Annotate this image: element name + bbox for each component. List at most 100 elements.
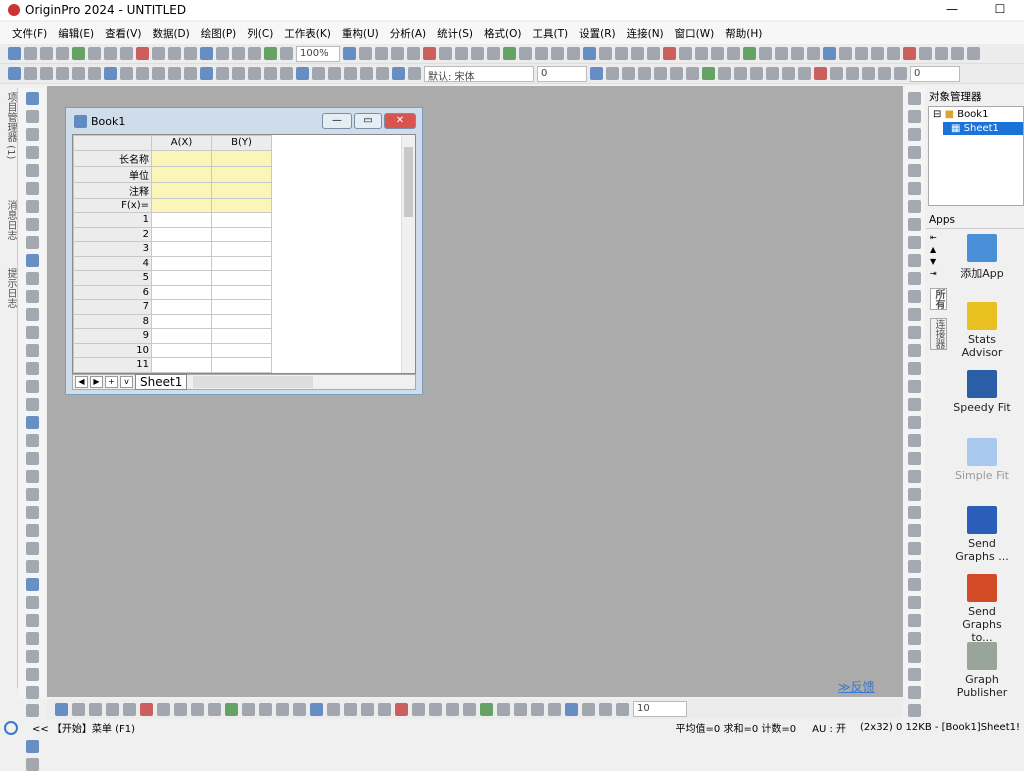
toolbar-button-icon[interactable] (907, 578, 921, 591)
toolbar-button-icon[interactable] (25, 470, 39, 483)
toolbar-button-icon[interactable] (846, 67, 859, 80)
toolbar-button-icon[interactable] (907, 488, 921, 501)
toolbar-button-icon[interactable] (487, 47, 500, 60)
toolbar-button-icon[interactable] (8, 67, 21, 80)
toolbar-button-icon[interactable] (471, 47, 484, 60)
cell[interactable] (211, 270, 272, 286)
toolbar-button-icon[interactable] (264, 47, 277, 60)
toolbar-button-icon[interactable] (40, 47, 53, 60)
toolbar-button-icon[interactable] (935, 47, 948, 60)
toolbar-button-icon[interactable] (654, 67, 667, 80)
cell[interactable] (211, 212, 272, 228)
toolbar-button-icon[interactable] (823, 47, 836, 60)
toolbar-button-icon[interactable] (25, 434, 39, 447)
toolbar-button-icon[interactable] (814, 67, 827, 80)
toolbar-button-icon[interactable] (907, 236, 921, 249)
toolbar-button-icon[interactable] (104, 67, 117, 80)
toolbar-button-icon[interactable] (327, 702, 340, 716)
row-label[interactable]: 长名称 (73, 149, 152, 167)
menu-item[interactable]: 分析(A) (390, 26, 426, 41)
menu-item[interactable]: 列(C) (247, 26, 273, 41)
toolbar-button-icon[interactable] (503, 47, 516, 60)
toolbar-button-icon[interactable] (686, 67, 699, 80)
row-number[interactable]: 6 (73, 284, 152, 300)
toolbar-button-icon[interactable] (638, 67, 651, 80)
row-number[interactable]: 9 (73, 328, 152, 344)
toolbar-button-icon[interactable] (89, 702, 102, 716)
toolbar-button-icon[interactable] (907, 506, 921, 519)
line-width-combo[interactable]: 0 (910, 65, 960, 82)
toolbar-button-icon[interactable] (152, 67, 165, 80)
toolbar-button-icon[interactable] (907, 146, 921, 159)
tab-message-log[interactable]: 消息日志 (3, 200, 18, 240)
prev-sheet-button[interactable]: ◀ (75, 376, 88, 388)
toolbar-button-icon[interactable] (423, 47, 436, 60)
toolbar-button-icon[interactable] (72, 67, 85, 80)
toolbar-button-icon[interactable] (463, 702, 476, 716)
toolbar-button-icon[interactable] (907, 398, 921, 411)
toolbar-button-icon[interactable] (25, 272, 39, 285)
toolbar-button-icon[interactable] (565, 702, 578, 716)
menu-item[interactable]: 文件(F) (12, 26, 47, 41)
cell[interactable] (151, 197, 212, 213)
toolbar-button-icon[interactable] (551, 47, 564, 60)
toolbar-button-icon[interactable] (25, 362, 39, 375)
toolbar-button-icon[interactable] (907, 326, 921, 339)
toolbar-button-icon[interactable] (907, 344, 921, 357)
toolbar-button-icon[interactable] (907, 434, 921, 447)
toolbar-button-icon[interactable] (25, 128, 39, 141)
toolbar-button-icon[interactable] (328, 67, 341, 80)
toolbar-button-icon[interactable] (25, 164, 39, 177)
toolbar-button-icon[interactable] (120, 47, 133, 60)
toolbar-button-icon[interactable] (25, 524, 39, 537)
toolbar-button-icon[interactable] (280, 47, 293, 60)
cell[interactable] (151, 284, 212, 300)
tab-hint-log[interactable]: 提示日志 (3, 268, 18, 308)
search-icon[interactable] (4, 720, 18, 735)
row-label[interactable]: 单位 (73, 165, 152, 183)
toolbar-button-icon[interactable] (497, 702, 510, 716)
app-item[interactable]: Send Graphs ... (952, 506, 1012, 563)
toolbar-button-icon[interactable] (907, 524, 921, 537)
toolbar-button-icon[interactable] (104, 47, 117, 60)
toolbar-button-icon[interactable] (395, 702, 408, 716)
app-item[interactable]: Graph Publisher (952, 642, 1012, 699)
toolbar-button-icon[interactable] (907, 668, 921, 681)
toolbar-button-icon[interactable] (951, 47, 964, 60)
toolbar-button-icon[interactable] (887, 47, 900, 60)
toolbar-button-icon[interactable] (759, 47, 772, 60)
toolbar-button-icon[interactable] (259, 702, 272, 716)
toolbar-button-icon[interactable] (695, 47, 708, 60)
menu-item[interactable]: 编辑(E) (58, 26, 94, 41)
toolbar-button-icon[interactable] (25, 704, 39, 717)
sheet-list-button[interactable]: v (120, 376, 133, 388)
toolbar-button-icon[interactable] (514, 702, 527, 716)
toolbar-button-icon[interactable] (343, 47, 356, 60)
toolbar-button-icon[interactable] (25, 686, 39, 699)
cell[interactable] (211, 357, 272, 373)
toolbar-button-icon[interactable] (248, 67, 261, 80)
zoom-combo[interactable]: 100% (296, 45, 340, 62)
toolbar-button-icon[interactable] (647, 47, 660, 60)
toolbar-button-icon[interactable] (225, 702, 238, 716)
cell[interactable] (211, 241, 272, 257)
toolbar-button-icon[interactable] (967, 47, 980, 60)
menu-item[interactable]: 数据(D) (152, 26, 189, 41)
toolbar-button-icon[interactable] (807, 47, 820, 60)
toolbar-button-icon[interactable] (310, 702, 323, 716)
cell[interactable] (211, 328, 272, 344)
toolbar-button-icon[interactable] (360, 67, 373, 80)
toolbar-button-icon[interactable] (679, 47, 692, 60)
toolbar-button-icon[interactable] (519, 47, 532, 60)
toolbar-button-icon[interactable] (56, 47, 69, 60)
toolbar-button-icon[interactable] (152, 47, 165, 60)
cell[interactable] (151, 255, 212, 271)
toolbar-button-icon[interactable] (907, 92, 921, 105)
toolbar-button-icon[interactable] (663, 47, 676, 60)
toolbar-button-icon[interactable] (622, 67, 635, 80)
toolbar-button-icon[interactable] (734, 67, 747, 80)
menu-item[interactable]: 统计(S) (437, 26, 473, 41)
toolbar-button-icon[interactable] (531, 702, 544, 716)
toolbar-button-icon[interactable] (361, 702, 374, 716)
corner-cell[interactable] (73, 135, 152, 151)
